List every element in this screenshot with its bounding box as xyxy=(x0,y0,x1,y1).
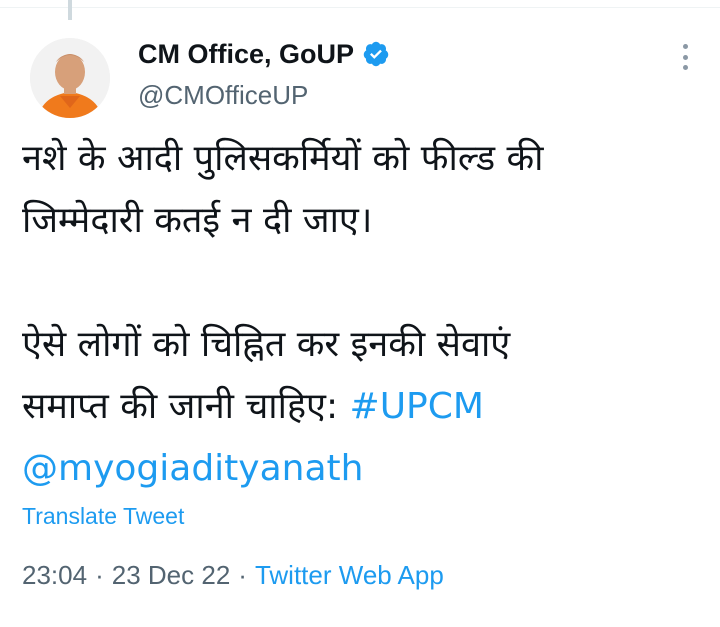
tweet-text-line-2: जिम्मेदारी कतई न दी जाए। xyxy=(22,200,373,241)
meta-separator: · xyxy=(238,560,247,590)
more-dot xyxy=(682,44,688,49)
avatar[interactable] xyxy=(30,38,110,118)
tweet-header: CM Office, GoUP @CMOfficeUP xyxy=(138,36,390,111)
tweet-source-link[interactable]: Twitter Web App xyxy=(255,560,444,591)
more-dot xyxy=(682,65,688,70)
mention-link[interactable]: @myogiadityanath xyxy=(22,448,363,489)
translate-tweet-link[interactable]: Translate Tweet xyxy=(22,503,184,530)
author-display-name[interactable]: CM Office, GoUP xyxy=(138,39,354,70)
tweet-text-line-1: नशे के आदी पुलिसकर्मियों को फील्ड की xyxy=(22,138,544,179)
hashtag-link[interactable]: #UPCM xyxy=(350,386,484,427)
tweet-date[interactable]: 23 Dec 22 xyxy=(112,560,231,591)
more-options-icon[interactable] xyxy=(674,42,696,72)
author-handle[interactable]: @CMOfficeUP xyxy=(138,80,390,111)
tweet-text-line-5: समाप्त की जानी चाहिए: xyxy=(22,386,350,427)
thread-divider xyxy=(0,7,720,8)
thread-connector-line xyxy=(68,0,72,20)
meta-separator: · xyxy=(95,560,104,590)
name-row: CM Office, GoUP xyxy=(138,36,390,72)
more-dot xyxy=(682,54,688,60)
tweet-text-line-4: ऐसे लोगों को चिह्नित कर इनकी सेवाएं xyxy=(22,324,511,365)
tweet-text: नशे के आदी पुलिसकर्मियों को फील्ड की जिम… xyxy=(22,128,702,500)
tweet-metadata: 23:04 · 23 Dec 22 · Twitter Web App xyxy=(22,560,444,591)
verified-badge-icon xyxy=(362,40,390,68)
tweet-time[interactable]: 23:04 xyxy=(22,560,87,591)
avatar-image xyxy=(30,38,110,118)
